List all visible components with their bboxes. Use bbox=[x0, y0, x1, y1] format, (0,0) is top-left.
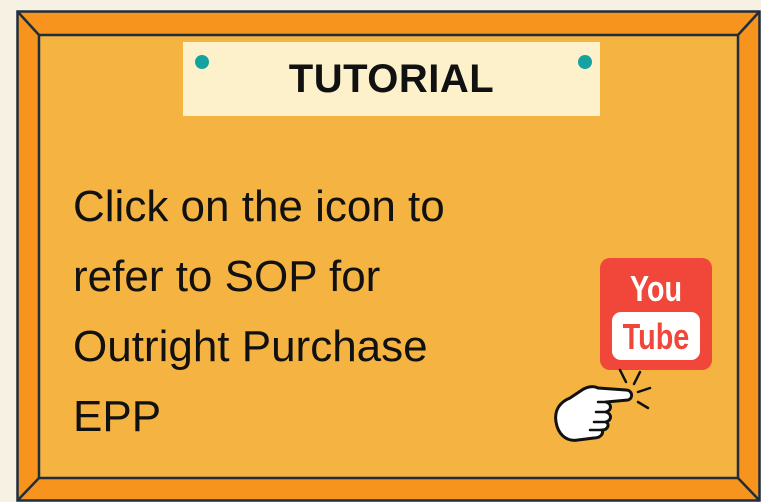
youtube-you-text: You bbox=[629, 268, 683, 309]
instruction-line: EPP bbox=[73, 392, 162, 441]
youtube-icon[interactable]: You Tube bbox=[600, 258, 712, 370]
instruction-line: refer to SOP for bbox=[73, 252, 381, 301]
youtube-tube-box: Tube bbox=[612, 312, 700, 360]
instruction-line: Outright Purchase bbox=[73, 322, 428, 371]
note-title: TUTORIAL bbox=[288, 56, 495, 101]
instruction-text: Click on the icon to refer to SOP for Ou… bbox=[73, 172, 533, 452]
pointing-hand-icon bbox=[554, 368, 652, 442]
pin-icon bbox=[578, 55, 592, 69]
pin-icon bbox=[195, 55, 209, 69]
youtube-tube-text: Tube bbox=[622, 316, 690, 357]
tutorial-note: TUTORIAL bbox=[183, 42, 600, 116]
instruction-line: Click on the icon to bbox=[73, 182, 445, 231]
